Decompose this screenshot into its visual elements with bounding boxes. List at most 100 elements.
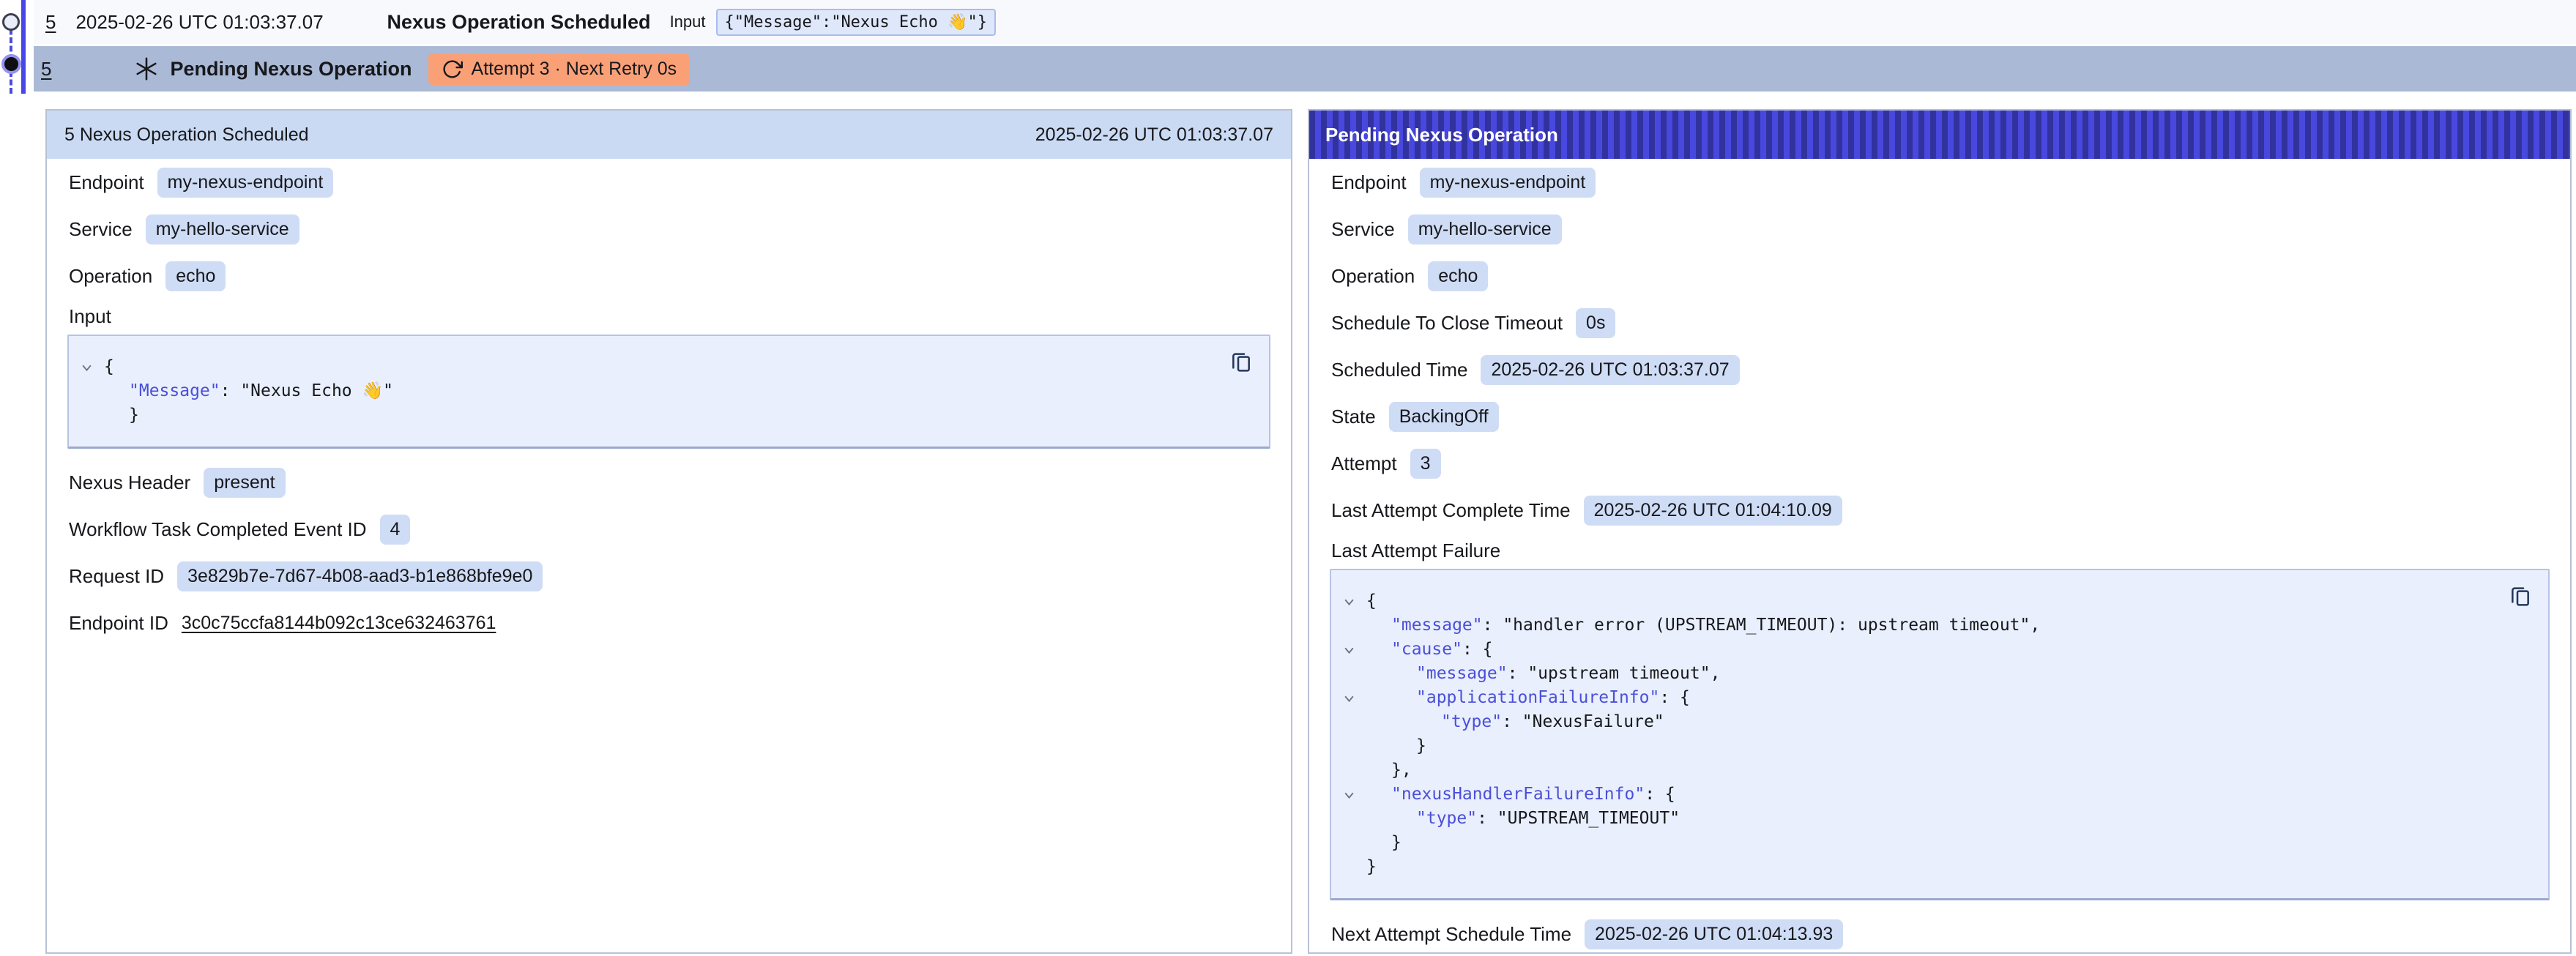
json-value: : "UPSTREAM_TIMEOUT" bbox=[1477, 809, 1680, 828]
field-label-last-attempt-failure: Last Attempt Failure bbox=[1309, 534, 2570, 567]
field-value-link[interactable]: 3c0c75ccfa8144b092c13ce632463761 bbox=[182, 613, 496, 634]
chevron-spacer bbox=[1343, 831, 1366, 837]
json-value: : "upstream timeout", bbox=[1508, 664, 1721, 683]
json-viewer: {"Message": "Nexus Echo 👋"} bbox=[67, 335, 1270, 449]
panel-title: 5 Nexus Operation Scheduled bbox=[64, 124, 309, 146]
event-id-link[interactable]: 5 bbox=[45, 11, 56, 34]
field-value-badge: 2025-02-26 UTC 01:03:37.07 bbox=[1481, 355, 1739, 385]
code-line: "cause": { bbox=[1343, 638, 2497, 662]
event-rows: 5 2025-02-26 UTC 01:03:37.07 Nexus Opera… bbox=[34, 0, 2576, 92]
copy-button[interactable] bbox=[2506, 582, 2535, 611]
chevron-spacer bbox=[1343, 758, 1366, 765]
json-value: : "NexusFailure" bbox=[1502, 712, 1664, 731]
field-label: Endpoint ID bbox=[69, 612, 168, 635]
field-row-nexus-header: Nexus Header present bbox=[47, 459, 1291, 506]
field-label: Endpoint bbox=[69, 171, 144, 194]
collapse-chevron-icon[interactable] bbox=[1343, 686, 1366, 705]
field-row-endpoint: Endpoint my-nexus-endpoint bbox=[47, 159, 1291, 206]
chevron-spacer bbox=[1343, 710, 1366, 717]
field-label: Nexus Header bbox=[69, 471, 190, 494]
field-value-badge: echo bbox=[165, 261, 226, 291]
field-row-scheduled-time: Scheduled Time2025-02-26 UTC 01:03:37.07 bbox=[1309, 346, 2570, 393]
collapse-chevron-icon[interactable] bbox=[1343, 783, 1366, 802]
collapse-chevron-icon[interactable] bbox=[1343, 638, 1366, 657]
field-value-badge: 2025-02-26 UTC 01:04:10.09 bbox=[1584, 496, 1842, 526]
panel-title: Pending Nexus Operation bbox=[1325, 124, 1558, 146]
json-value: : { bbox=[1462, 640, 1493, 659]
chevron-spacer bbox=[1343, 662, 1366, 668]
chevron-spacer bbox=[81, 403, 104, 410]
code-line: }, bbox=[1343, 758, 2497, 783]
field-label: Endpoint bbox=[1331, 171, 1407, 194]
panel-timestamp: 2025-02-26 UTC 01:03:37.07 bbox=[1035, 124, 1273, 146]
scheduled-panel-header: 5 Nexus Operation Scheduled 2025-02-26 U… bbox=[47, 111, 1291, 159]
json-value: { bbox=[104, 357, 114, 376]
event-input-preview-chip[interactable]: {"Message":"Nexus Echo 👋"} bbox=[716, 9, 997, 36]
field-value-badge: 2025-02-26 UTC 01:04:13.93 bbox=[1585, 919, 1843, 949]
field-row-operation: Operation echo bbox=[47, 253, 1291, 299]
field-label: Workflow Task Completed Event ID bbox=[69, 518, 367, 541]
event-title: Nexus Operation Scheduled bbox=[387, 11, 650, 34]
field-row-workflow-task-completed-event-id: Workflow Task Completed Event ID4 bbox=[47, 506, 1291, 553]
copy-button[interactable] bbox=[1226, 348, 1256, 377]
field-label: Request ID bbox=[69, 565, 164, 588]
json-key: "type" bbox=[1441, 712, 1502, 731]
pending-panel-header: Pending Nexus Operation bbox=[1309, 111, 2570, 159]
field-label: Operation bbox=[69, 265, 152, 288]
field-label: Service bbox=[1331, 218, 1395, 241]
field-row-state: State BackingOff bbox=[1309, 393, 2570, 440]
field-label-input: Input bbox=[47, 299, 1291, 333]
code-line: } bbox=[1343, 831, 2497, 855]
field-row-service: Servicemy-hello-service bbox=[47, 206, 1291, 253]
collapse-chevron-icon[interactable] bbox=[81, 355, 104, 374]
code-line: "type": "NexusFailure" bbox=[1343, 710, 2497, 734]
code-line: } bbox=[1343, 855, 2497, 879]
field-label: Attempt bbox=[1331, 452, 1397, 475]
code-line: "applicationFailureInfo": { bbox=[1343, 686, 2497, 710]
field-value-badge: my-nexus-endpoint bbox=[157, 168, 334, 198]
code-line: "message": "upstream timeout", bbox=[1343, 662, 2497, 686]
code-line: } bbox=[1343, 734, 2497, 758]
pending-panel-fields: Endpointmy-nexus-endpointServicemy-hello… bbox=[1309, 159, 2570, 954]
event-row-scheduled[interactable]: 5 2025-02-26 UTC 01:03:37.07 Nexus Opera… bbox=[34, 0, 2576, 46]
json-value: } bbox=[1416, 736, 1426, 755]
event-row-pending[interactable]: 5 Pending Nexus Operation Attempt 3 · Ne… bbox=[34, 46, 2576, 92]
json-key: "Message" bbox=[129, 381, 220, 400]
field-value-badge: 3 bbox=[1410, 449, 1441, 479]
field-value-badge: 0s bbox=[1576, 308, 1615, 338]
json-value: } bbox=[1391, 833, 1401, 852]
json-viewer: {"message": "handler error (UPSTREAM_TIM… bbox=[1330, 569, 2550, 900]
field-row-last-attempt-complete-time: Last Attempt Complete Time 2025-02-26 UTC… bbox=[1309, 487, 2570, 534]
timeline-gutter bbox=[0, 0, 34, 111]
field-row-attempt: Attempt 3 bbox=[1309, 440, 2570, 487]
json-value: } bbox=[129, 406, 139, 425]
retry-icon bbox=[442, 59, 463, 80]
field-value-badge: 3e829b7e-7d67-4b08-aad3-b1e868bfe9e0 bbox=[177, 561, 543, 591]
json-value: : { bbox=[1645, 785, 1675, 804]
collapse-chevron-icon[interactable] bbox=[1343, 589, 1366, 608]
chevron-spacer bbox=[1343, 855, 1366, 862]
field-row-service: Servicemy-hello-service bbox=[1309, 206, 2570, 253]
field-value-badge: present bbox=[204, 468, 285, 498]
json-value: : "handler error (UPSTREAM_TIMEOUT): ups… bbox=[1483, 616, 2041, 635]
field-label: Operation bbox=[1331, 265, 1415, 288]
field-label: State bbox=[1331, 406, 1376, 428]
field-value-badge: BackingOff bbox=[1389, 402, 1499, 432]
timeline-pending-event-marker-icon[interactable] bbox=[1, 54, 21, 74]
chevron-spacer bbox=[1343, 734, 1366, 741]
event-group-indicator-bar bbox=[21, 0, 26, 94]
json-key: "cause" bbox=[1391, 640, 1462, 659]
field-label: Last Attempt Complete Time bbox=[1331, 499, 1571, 522]
json-key: "message" bbox=[1416, 664, 1508, 683]
field-label: Next Attempt Schedule Time bbox=[1331, 923, 1571, 946]
json-key: "nexusHandlerFailureInfo" bbox=[1391, 785, 1645, 804]
retry-status-badge: Attempt 3 · Next Retry 0s bbox=[428, 53, 690, 85]
event-id-link[interactable]: 5 bbox=[41, 58, 51, 81]
event-title: Pending Nexus Operation bbox=[170, 58, 412, 81]
retry-badge-text: Attempt 3 · Next Retry 0s bbox=[472, 59, 677, 80]
field-label: Service bbox=[69, 218, 133, 241]
timeline-open-event-marker-icon[interactable] bbox=[2, 13, 20, 31]
event-input-label: Input bbox=[670, 12, 706, 31]
code-line: "type": "UPSTREAM_TIMEOUT" bbox=[1343, 807, 2497, 831]
chevron-spacer bbox=[1343, 613, 1366, 620]
